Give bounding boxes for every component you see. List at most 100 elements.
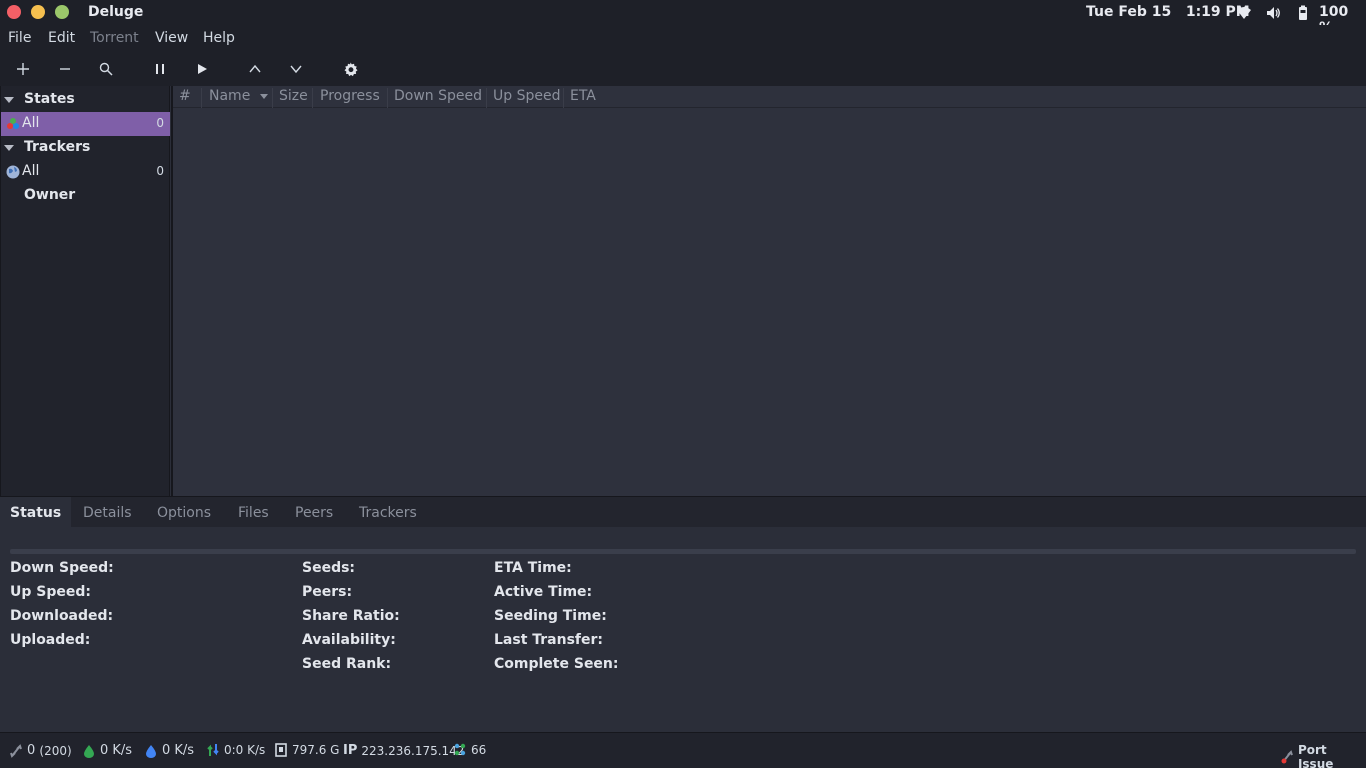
- globe-icon: [6, 165, 20, 179]
- sidebar-item-count: 0: [156, 116, 164, 130]
- label-active-time: Active Time:: [494, 584, 593, 600]
- menu-edit[interactable]: Edit: [48, 30, 75, 46]
- status-bar: 0 (200) 0 K/s 0 K/s 0:0 K/s 797.6 G IP 2…: [0, 732, 1366, 768]
- preferences-button[interactable]: [340, 59, 360, 79]
- clock[interactable]: Tue Feb 15 1:19 PM: [1086, 4, 1250, 20]
- menu-view[interactable]: View: [155, 30, 188, 46]
- protocol-traffic-status[interactable]: 0:0 K/s: [207, 743, 265, 757]
- connections-status[interactable]: 0 (200): [10, 743, 72, 758]
- filter-sidebar: States All 0 Trackers All 0 Owner: [0, 86, 170, 496]
- free-space-status[interactable]: 797.6 G: [275, 743, 339, 757]
- label-peers: Peers:: [302, 584, 353, 600]
- sidebar-item-trackers-all[interactable]: All 0: [1, 160, 170, 184]
- queue-down-button[interactable]: [286, 59, 306, 79]
- label-uploaded: Uploaded:: [10, 632, 91, 648]
- maximize-window-button[interactable]: [55, 5, 69, 19]
- search-button[interactable]: [96, 59, 116, 79]
- protocol-traffic-icon: [207, 744, 219, 756]
- label-seed-rank: Seed Rank:: [302, 656, 392, 672]
- port-issue-label: Port Issue: [1297, 743, 1334, 768]
- remove-torrent-button[interactable]: [55, 59, 75, 79]
- column-size[interactable]: Size: [273, 88, 313, 108]
- details-tab-bar: Status Details Options Files Peers Track…: [0, 497, 1366, 527]
- column-number[interactable]: #: [173, 88, 202, 108]
- dht-nodes-icon: [454, 743, 466, 756]
- label-seeding-time: Seeding Time:: [494, 608, 607, 624]
- volume-icon[interactable]: [1265, 5, 1281, 21]
- column-progress[interactable]: Progress: [314, 88, 388, 108]
- upload-speed-value: 0 K/s: [162, 743, 195, 758]
- disk-icon: [275, 743, 287, 757]
- menu-file[interactable]: File: [8, 30, 31, 46]
- torrent-list[interactable]: # Name Size Progress Down Speed Up Speed…: [171, 86, 1366, 496]
- play-icon: [198, 64, 207, 74]
- owner-header[interactable]: Owner: [1, 184, 170, 208]
- label-eta-time: ETA Time:: [494, 560, 572, 576]
- move-up-icon: [249, 64, 261, 73]
- torrent-progress-bar: [10, 549, 1356, 554]
- label-down-speed: Down Speed:: [10, 560, 114, 576]
- dht-nodes-status[interactable]: 66: [454, 743, 486, 757]
- trackers-header-label: Trackers: [24, 139, 91, 155]
- tab-peers[interactable]: Peers: [285, 497, 343, 527]
- tab-options[interactable]: Options: [147, 497, 221, 527]
- label-up-speed: Up Speed:: [10, 584, 91, 600]
- column-name-label: Name: [209, 88, 251, 104]
- connections-max: (200): [39, 743, 72, 758]
- battery-icon[interactable]: [1295, 5, 1311, 21]
- ip-value: 223.236.175.142: [361, 743, 465, 758]
- wifi-icon[interactable]: [1236, 5, 1252, 21]
- states-header[interactable]: States: [1, 88, 170, 112]
- label-seeds: Seeds:: [302, 560, 356, 576]
- torrent-details-panel: Status Details Options Files Peers Track…: [0, 496, 1366, 732]
- tab-details[interactable]: Details: [73, 497, 142, 527]
- tab-files[interactable]: Files: [228, 497, 279, 527]
- add-icon: [17, 63, 29, 75]
- external-ip-status: IP 223.236.175.142: [343, 743, 464, 758]
- tab-trackers[interactable]: Trackers: [349, 497, 427, 527]
- menu-help[interactable]: Help: [203, 30, 235, 46]
- menu-torrent[interactable]: Torrent: [90, 30, 139, 46]
- expand-triangle-icon[interactable]: [4, 97, 14, 103]
- column-down-speed[interactable]: Down Speed: [388, 88, 487, 108]
- owner-header-label: Owner: [24, 187, 76, 203]
- expand-triangle-icon[interactable]: [4, 145, 14, 151]
- window-title: Deluge: [88, 4, 144, 20]
- remove-icon: [60, 68, 70, 70]
- upload-speed-status[interactable]: 0 K/s: [145, 743, 194, 758]
- preferences-gear-icon: [344, 61, 358, 76]
- upload-speed-icon: [146, 744, 156, 758]
- add-torrent-button[interactable]: [13, 59, 33, 79]
- column-up-speed[interactable]: Up Speed: [487, 88, 564, 108]
- pause-icon: [156, 64, 164, 74]
- column-name[interactable]: Name: [203, 88, 273, 108]
- port-issue-status[interactable]: Port Issue: [1281, 743, 1366, 768]
- sidebar-item-label: All: [22, 163, 40, 179]
- minimize-window-button[interactable]: [31, 5, 45, 19]
- close-window-button[interactable]: [7, 5, 21, 19]
- free-space-value: 797.6 G: [292, 743, 340, 757]
- move-down-icon: [290, 65, 302, 74]
- label-complete-seen: Complete Seen:: [494, 656, 619, 672]
- port-issue-icon: [1281, 750, 1293, 764]
- protocol-traffic-value: 0:0 K/s: [224, 743, 266, 757]
- connections-icon: [10, 743, 22, 758]
- tab-status[interactable]: Status: [0, 497, 72, 527]
- states-header-label: States: [24, 91, 75, 107]
- queue-up-button[interactable]: [245, 59, 265, 79]
- label-last-transfer: Last Transfer:: [494, 632, 604, 648]
- column-eta[interactable]: ETA: [564, 88, 604, 108]
- connections-count: 0: [27, 743, 36, 758]
- trackers-header[interactable]: Trackers: [1, 136, 170, 160]
- search-icon: [99, 62, 113, 76]
- sidebar-item-states-all[interactable]: All 0: [1, 112, 170, 136]
- ip-label: IP: [343, 743, 358, 758]
- label-downloaded: Downloaded:: [10, 608, 114, 624]
- pause-button[interactable]: [150, 59, 170, 79]
- sort-descending-icon: [259, 93, 268, 99]
- menu-bar: File Edit Torrent View Help: [0, 25, 1366, 52]
- resume-button[interactable]: [192, 59, 212, 79]
- label-availability: Availability:: [302, 632, 396, 648]
- download-speed-status[interactable]: 0 K/s: [83, 743, 132, 758]
- download-speed-icon: [84, 744, 94, 758]
